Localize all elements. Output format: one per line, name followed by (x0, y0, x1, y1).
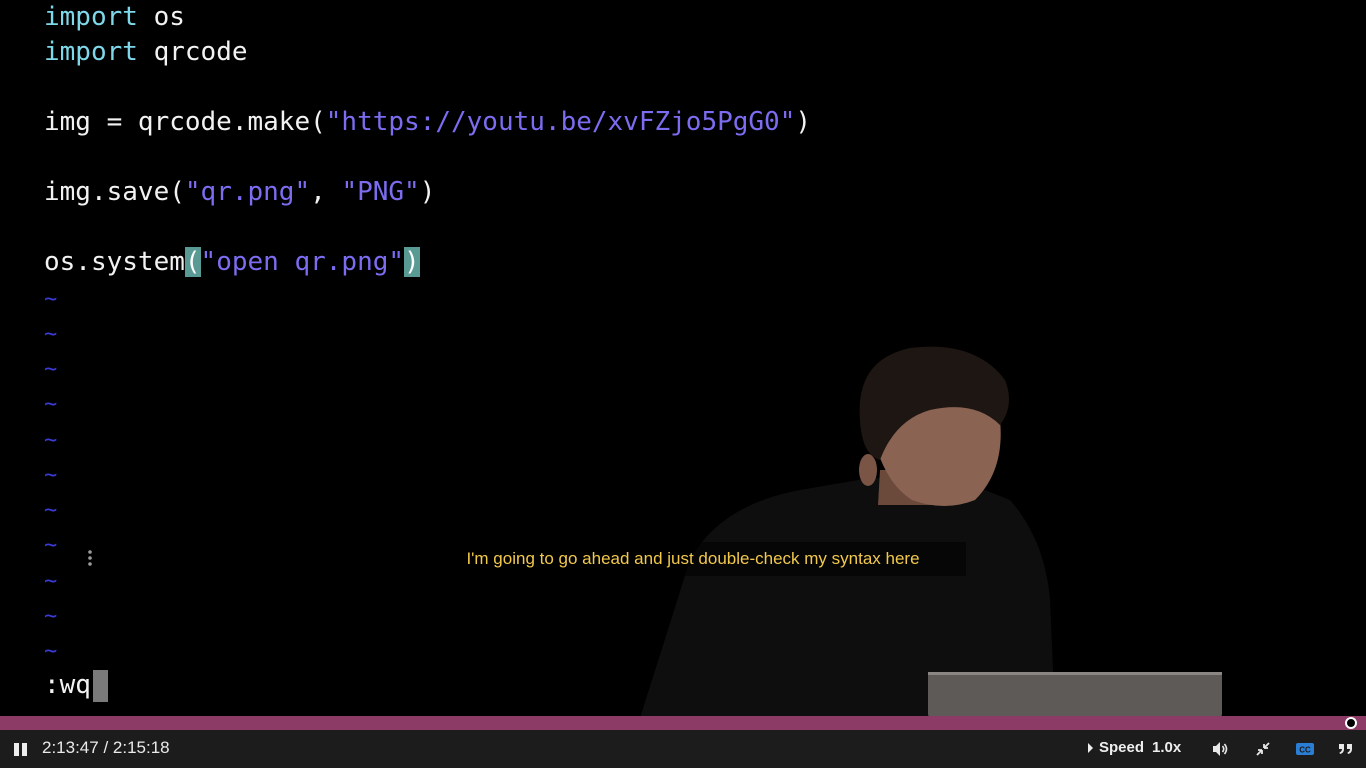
code-line-4: img = qrcode.make("https://youtu.be/xvFZ… (44, 105, 811, 140)
vim-command: :wq (44, 670, 91, 700)
svg-text:CC: CC (1299, 746, 1311, 755)
video-player[interactable]: import os import qrcode img = qrcode.mak… (0, 0, 1366, 768)
duration: 2:15:18 (112, 738, 170, 757)
code-text: img.save( (44, 177, 185, 207)
code-text: os.system (44, 247, 185, 277)
code-editor[interactable]: import os import qrcode img = qrcode.mak… (44, 0, 811, 702)
code-line-1: import os (44, 0, 185, 35)
empty-line-marker: ~ (44, 533, 58, 558)
time-display: 2:13:47 / 2:15:18 (42, 738, 170, 758)
progress-bar[interactable] (0, 716, 1366, 730)
code-text: ) (419, 177, 436, 207)
code-text: ) (795, 107, 812, 137)
exit-fullscreen-icon[interactable] (1253, 739, 1273, 759)
caption-menu-icon[interactable] (86, 549, 94, 567)
command-line: :wq (44, 668, 108, 703)
string-literal: "open qr.png" (200, 247, 405, 277)
matched-paren-close: ) (404, 247, 420, 277)
string-literal: "PNG" (341, 177, 420, 207)
transcript-quote-icon[interactable] (1336, 739, 1356, 759)
empty-line-marker: ~ (44, 569, 58, 594)
chevron-right-icon (1088, 743, 1093, 754)
speed-button[interactable]: Speed 1.0x (1088, 739, 1181, 756)
empty-line-marker: ~ (44, 604, 58, 629)
closed-captions-icon[interactable]: CC (1295, 739, 1315, 759)
code-line-8: os.system("open qr.png") (44, 245, 420, 280)
matched-paren-open: ( (184, 247, 201, 277)
speed-value: 1.0x (1152, 739, 1182, 756)
caption-box: I'm going to go ahead and just double-ch… (420, 542, 966, 576)
code-line-6: img.save("qr.png", "PNG") (44, 175, 435, 210)
code-text: qrcode (137, 37, 248, 67)
code-text: img = qrcode.make( (44, 107, 326, 137)
control-bar: 2:13:47 / 2:15:18 Speed 1.0x CC (0, 730, 1366, 768)
empty-line-marker: ~ (44, 498, 58, 523)
volume-icon[interactable] (1210, 739, 1230, 759)
progress-handle[interactable] (1345, 717, 1357, 729)
caption-text: I'm going to go ahead and just double-ch… (466, 549, 920, 568)
current-time: 2:13:47 (42, 738, 99, 757)
empty-line-marker: ~ (44, 357, 58, 382)
empty-line-marker: ~ (44, 322, 58, 347)
pause-icon[interactable] (13, 741, 29, 757)
empty-line-marker: ~ (44, 287, 58, 312)
video-frame[interactable]: import os import qrcode img = qrcode.mak… (0, 0, 1366, 718)
string-literal: "qr.png" (184, 177, 311, 207)
code-text: os (137, 2, 185, 32)
empty-line-marker: ~ (44, 428, 58, 453)
empty-line-marker: ~ (44, 463, 58, 488)
speed-label: Speed (1099, 739, 1145, 756)
code-text: , (310, 177, 342, 207)
text-cursor (92, 669, 108, 702)
empty-line-marker: ~ (44, 392, 58, 417)
keyword: import (44, 37, 138, 67)
time-separator: / (98, 738, 113, 757)
empty-line-marker: ~ (44, 639, 58, 664)
keyword: import (44, 2, 138, 32)
progress-fill (0, 716, 1351, 730)
code-line-2: import qrcode (44, 35, 248, 70)
string-literal: "https://youtu.be/xvFZjo5PgG0" (325, 107, 796, 137)
